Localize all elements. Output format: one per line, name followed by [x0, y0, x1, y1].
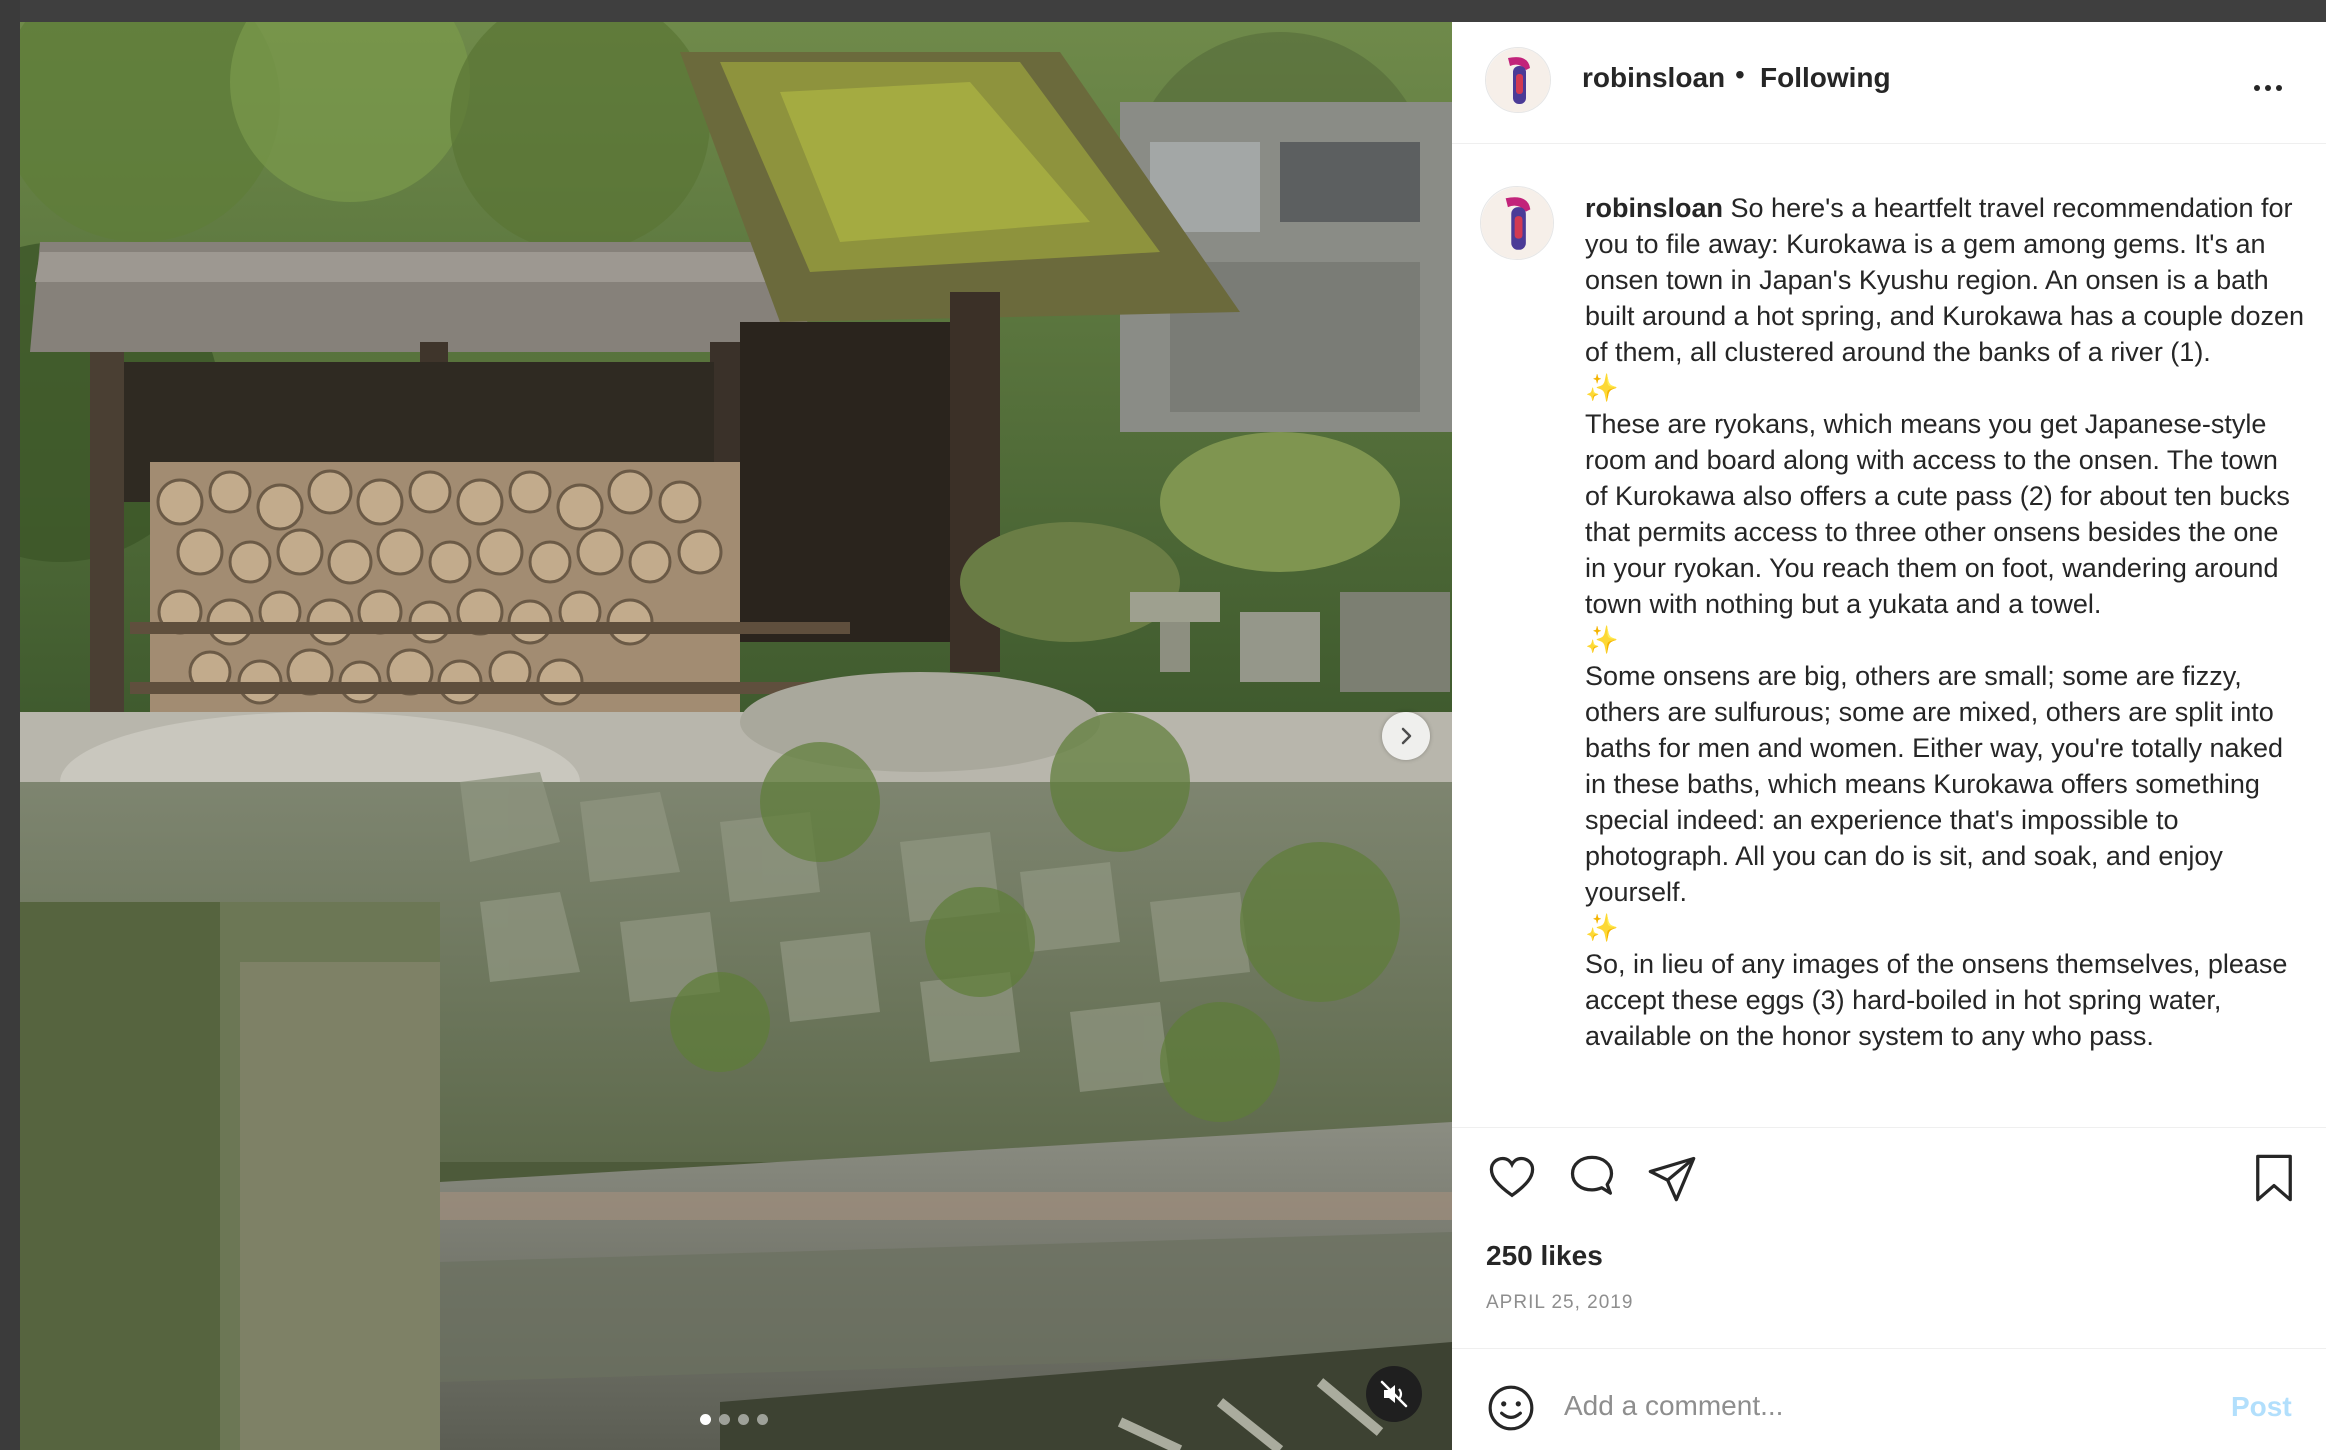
caption-author-avatar[interactable]: [1480, 186, 1554, 260]
author-avatar[interactable]: [1485, 47, 1551, 113]
caption-paragraph: These are ryokans, which means you get J…: [1585, 409, 2290, 619]
chevron-right-icon: [1401, 727, 1412, 745]
slide-dot: [738, 1414, 749, 1425]
save-button[interactable]: [2248, 1152, 2300, 1204]
caption-paragraph: Some onsens are big, others are small; s…: [1585, 661, 2284, 907]
background-page-strip: [0, 0, 2326, 22]
bookmark-icon: [2256, 1154, 2292, 1202]
caption-username[interactable]: robinsloan: [1585, 193, 1723, 223]
background-page-edge: [0, 0, 20, 1450]
caption-paragraph: So, in lieu of any images of the onsens …: [1585, 949, 2288, 1051]
sparkle-separator: ✨: [1585, 913, 1619, 943]
avatar-image: [1486, 48, 1550, 112]
video-frame: [20, 22, 1452, 1450]
caption-text: robinsloan So here's a heartfelt travel …: [1585, 190, 2305, 1054]
heart-icon: [1489, 1156, 1535, 1198]
comment-bubble-icon: [1570, 1155, 1614, 1195]
post-actions: [1452, 1127, 2326, 1215]
slide-dot: [700, 1414, 711, 1425]
more-options-icon[interactable]: [2254, 78, 2294, 98]
share-button[interactable]: [1646, 1152, 1698, 1204]
slide-dot: [719, 1414, 730, 1425]
next-slide-button[interactable]: [1382, 712, 1430, 760]
sparkle-separator: ✨: [1585, 373, 1619, 403]
smiley-icon: [1488, 1385, 1534, 1431]
post-comment-button[interactable]: Post: [2231, 1391, 2292, 1423]
emoji-button[interactable]: [1486, 1383, 1536, 1433]
sparkle-separator: ✨: [1585, 625, 1619, 655]
post-header: robinsloan • Following: [1452, 22, 2326, 144]
author-username[interactable]: robinsloan: [1582, 62, 1725, 94]
caption-paragraph: robinsloan So here's a heartfelt travel …: [1585, 193, 2304, 367]
header-separator: •: [1735, 59, 1745, 90]
speaker-muted-icon: [1380, 1380, 1408, 1408]
post-details-panel: robinsloan • Following robinsloan So her…: [1452, 22, 2326, 1450]
comment-composer: Post: [1452, 1348, 2326, 1450]
comment-input[interactable]: [1564, 1379, 2164, 1433]
slide-dot: [757, 1414, 768, 1425]
post-date: APRIL 25, 2019: [1486, 1292, 1634, 1313]
following-button[interactable]: Following: [1760, 62, 1891, 94]
comment-button[interactable]: [1566, 1152, 1618, 1204]
like-button[interactable]: [1486, 1152, 1538, 1204]
slide-indicator: [700, 1414, 768, 1425]
mute-toggle-button[interactable]: [1366, 1366, 1422, 1422]
post-media[interactable]: [20, 22, 1452, 1450]
paper-plane-icon: [1648, 1156, 1696, 1202]
likes-count[interactable]: 250 likes: [1486, 1240, 1603, 1272]
post-caption: robinsloan So here's a heartfelt travel …: [1452, 144, 2326, 1144]
avatar-image: [1481, 187, 1553, 259]
